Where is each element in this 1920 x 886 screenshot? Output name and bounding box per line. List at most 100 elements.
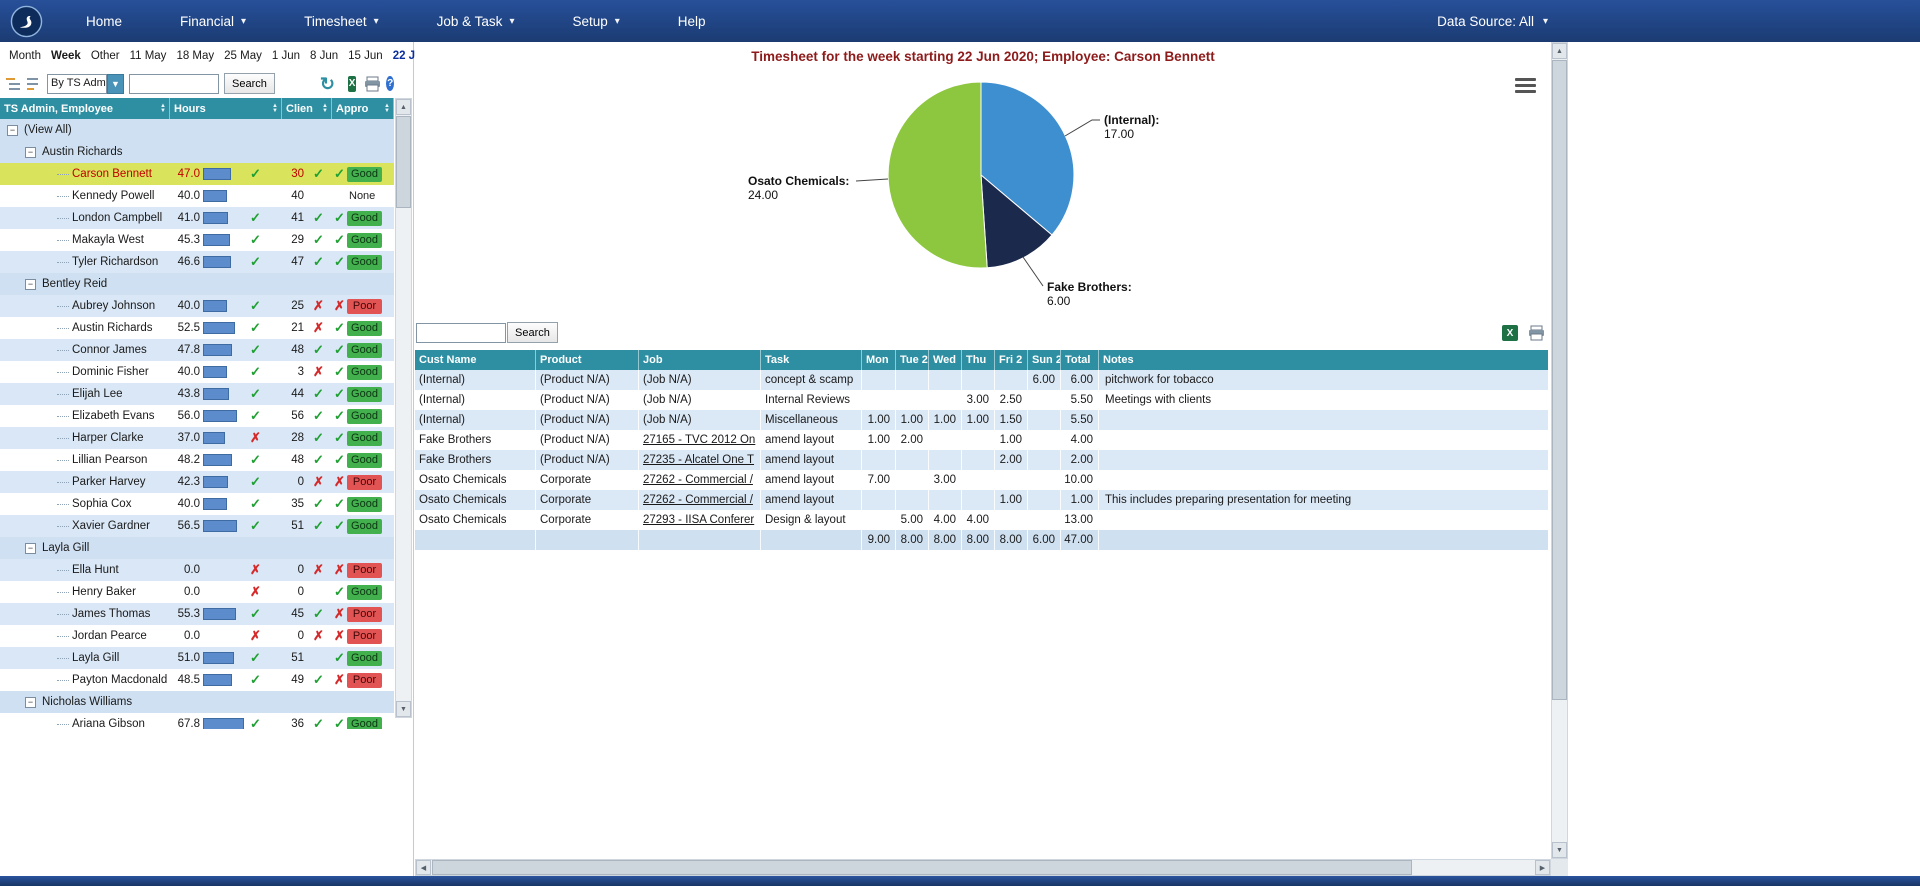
sort-icon[interactable]: ▲ ▼: [384, 103, 390, 114]
tree-row-harper-clarke[interactable]: Harper Clarke 37.0 ✗ 28 ✓ ✓ Good: [0, 427, 394, 449]
refresh-icon[interactable]: ↻: [320, 75, 335, 93]
column-header-ts-admin-employee[interactable]: TS Admin, Employee ▲ ▼: [0, 98, 170, 119]
period-tab-week[interactable]: Week: [46, 50, 86, 62]
detail-column-header-thu[interactable]: Thu: [961, 350, 994, 370]
tree-row-connor-james[interactable]: Connor James 47.8 ✓ 48 ✓ ✓ Good: [0, 339, 394, 361]
tree-row-aubrey-johnson[interactable]: Aubrey Johnson 40.0 ✓ 25 ✗ ✗ Poor: [0, 295, 394, 317]
collapse-all-icon[interactable]: [5, 76, 21, 92]
group-by-select[interactable]: By TS Adm ▼: [47, 73, 124, 94]
period-tab-25-may[interactable]: 25 May: [219, 50, 267, 62]
detail-column-header-cust-name[interactable]: Cust Name: [415, 350, 535, 370]
detail-search-button[interactable]: Search: [507, 322, 558, 343]
tree-group-austin-richards[interactable]: − Austin Richards: [0, 141, 394, 163]
detail-column-header-wed[interactable]: Wed: [928, 350, 961, 370]
scroll-up-icon[interactable]: ▲: [396, 99, 411, 115]
tree-row-kennedy-powell[interactable]: Kennedy Powell 40.0 40 None: [0, 185, 394, 207]
tree-group-nicholas-williams[interactable]: − Nicholas Williams: [0, 691, 394, 713]
scrollbar-thumb[interactable]: [396, 116, 411, 208]
detail-search-input[interactable]: [416, 322, 506, 343]
data-source-selector[interactable]: Data Source: All ▾: [1437, 14, 1548, 29]
detail-column-header-sun-2[interactable]: Sun 2: [1027, 350, 1060, 370]
tree-row-james-thomas[interactable]: James Thomas 55.3 ✓ 45 ✓ ✗ Poor: [0, 603, 394, 625]
scroll-down-icon[interactable]: ▼: [1552, 842, 1567, 858]
help-icon[interactable]: ?: [386, 76, 394, 91]
period-tab-other[interactable]: Other: [86, 50, 125, 62]
scroll-left-icon[interactable]: ◀: [416, 860, 431, 875]
nav-item-financial[interactable]: Financial ▾: [151, 0, 275, 42]
nav-item-job-task[interactable]: Job & Task ▾: [408, 0, 544, 42]
scroll-down-icon[interactable]: ▼: [396, 701, 411, 717]
tree-row-layla-gill[interactable]: Layla Gill 51.0 ✓ 51 ✓ Good: [0, 647, 394, 669]
tree-row-ariana-gibson[interactable]: Ariana Gibson 67.8 ✓ 36 ✓ ✓ Good: [0, 713, 394, 729]
period-tab-8-jun[interactable]: 8 Jun: [305, 50, 343, 62]
detail-column-header-task[interactable]: Task: [760, 350, 861, 370]
collapse-toggle-icon[interactable]: −: [25, 278, 36, 290]
nav-item-help[interactable]: Help: [649, 0, 735, 42]
tree-group-layla-gill[interactable]: − Layla Gill: [0, 537, 394, 559]
job-link[interactable]: 27262 - Commercial /: [638, 490, 760, 510]
print-icon[interactable]: [1528, 325, 1545, 341]
detail-row[interactable]: (Internal) (Product N/A) (Job N/A) concept …: [415, 370, 1548, 390]
tree-row-makayla-west[interactable]: Makayla West 45.3 ✓ 29 ✓ ✓ Good: [0, 229, 394, 251]
tree-row-xavier-gardner[interactable]: Xavier Gardner 56.5 ✓ 51 ✓ ✓ Good: [0, 515, 394, 537]
tree-row-parker-harvey[interactable]: Parker Harvey 42.3 ✓ 0 ✗ ✗ Poor: [0, 471, 394, 493]
tree-row-austin-richards[interactable]: Austin Richards 52.5 ✓ 21 ✗ ✓ Good: [0, 317, 394, 339]
detail-row[interactable]: Fake Brothers (Product N/A) 27165 - TVC 20…: [415, 430, 1548, 450]
detail-column-header-mon[interactable]: Mon: [861, 350, 895, 370]
job-link[interactable]: 27293 - IISA Conferer: [638, 510, 760, 530]
tree-row-london-campbell[interactable]: London Campbell 41.0 ✓ 41 ✓ ✓ Good: [0, 207, 394, 229]
tree-row-dominic-fisher[interactable]: Dominic Fisher 40.0 ✓ 3 ✗ ✓ Good: [0, 361, 394, 383]
tree-row-payton-macdonald[interactable]: Payton Macdonald 48.5 ✓ 49 ✓ ✗ Poor: [0, 669, 394, 691]
column-header-hours[interactable]: Hours ▲ ▼: [170, 98, 282, 119]
detail-column-header-fri-2[interactable]: Fri 2: [994, 350, 1027, 370]
nav-item-home[interactable]: Home: [57, 0, 151, 42]
column-header-appro[interactable]: Appro ▲ ▼: [332, 98, 394, 119]
detail-row[interactable]: Osato Chemicals Corporate 27293 - IISA Con…: [415, 510, 1548, 530]
tree-row-view-all[interactable]: − (View All): [0, 119, 394, 141]
hamburger-menu-icon[interactable]: [1515, 78, 1536, 93]
nav-item-timesheet[interactable]: Timesheet ▾: [275, 0, 408, 42]
employee-search-input[interactable]: [129, 73, 219, 94]
chevron-down-icon[interactable]: ▼: [107, 73, 124, 94]
tree-row-carson-bennett[interactable]: Carson Bennett 47.0 ✓ 30 ✓ ✓ Good: [0, 163, 394, 185]
job-link[interactable]: 27165 - TVC 2012 On: [638, 430, 760, 450]
detail-row[interactable]: Osato Chemicals Corporate 27262 - Commerci…: [415, 470, 1548, 490]
detail-horizontal-scrollbar[interactable]: ◀ ▶: [415, 859, 1551, 876]
detail-row[interactable]: (Internal) (Product N/A) (Job N/A) Miscella…: [415, 410, 1548, 430]
detail-row[interactable]: (Internal) (Product N/A) (Job N/A) Internal…: [415, 390, 1548, 410]
tree-row-ella-hunt[interactable]: Ella Hunt 0.0 ✗ 0 ✗ ✗ Poor: [0, 559, 394, 581]
scroll-up-icon[interactable]: ▲: [1552, 43, 1567, 59]
job-link[interactable]: 27262 - Commercial /: [638, 470, 760, 490]
tree-row-elijah-lee[interactable]: Elijah Lee 43.8 ✓ 44 ✓ ✓ Good: [0, 383, 394, 405]
period-tab-11-may[interactable]: 11 May: [125, 50, 172, 62]
period-tab-month[interactable]: Month: [4, 50, 46, 62]
tree-row-lillian-pearson[interactable]: Lillian Pearson 48.2 ✓ 48 ✓ ✓ Good: [0, 449, 394, 471]
scrollbar-thumb[interactable]: [1552, 60, 1567, 700]
print-icon[interactable]: [364, 76, 381, 92]
pie-slice-osato-chemicals[interactable]: [887, 81, 988, 269]
detail-column-header-total[interactable]: Total: [1060, 350, 1098, 370]
tree-row-tyler-richardson[interactable]: Tyler Richardson 46.6 ✓ 47 ✓ ✓ Good: [0, 251, 394, 273]
period-tab-15-jun[interactable]: 15 Jun: [343, 50, 388, 62]
detail-row[interactable]: Fake Brothers (Product N/A) 27235 - Alcate…: [415, 450, 1548, 470]
job-link[interactable]: 27235 - Alcatel One T: [638, 450, 760, 470]
scroll-right-icon[interactable]: ▶: [1535, 860, 1550, 875]
export-excel-icon[interactable]: X: [1502, 325, 1518, 341]
tree-group-bentley-reid[interactable]: − Bentley Reid: [0, 273, 394, 295]
tree-row-henry-baker[interactable]: Henry Baker 0.0 ✗ 0 ✓ Good: [0, 581, 394, 603]
period-tab-18-may[interactable]: 18 May: [171, 50, 219, 62]
collapse-toggle-icon[interactable]: −: [7, 124, 18, 136]
column-header-clien[interactable]: Clien ▲ ▼: [282, 98, 332, 119]
detail-row[interactable]: Osato Chemicals Corporate 27262 - Commerci…: [415, 490, 1548, 510]
collapse-toggle-icon[interactable]: −: [25, 146, 36, 158]
employee-list-scrollbar[interactable]: ▲ ▼: [395, 98, 412, 718]
scrollbar-thumb[interactable]: [432, 860, 1412, 875]
detail-column-header-job[interactable]: Job: [638, 350, 760, 370]
collapse-toggle-icon[interactable]: −: [25, 696, 36, 708]
sort-icon[interactable]: ▲ ▼: [160, 103, 166, 114]
nav-item-setup[interactable]: Setup ▾: [543, 0, 648, 42]
expand-all-icon[interactable]: [26, 76, 42, 92]
detail-column-header-tue-2[interactable]: Tue 2: [895, 350, 928, 370]
employee-search-button[interactable]: Search: [224, 73, 275, 94]
sort-icon[interactable]: ▲ ▼: [272, 103, 278, 114]
